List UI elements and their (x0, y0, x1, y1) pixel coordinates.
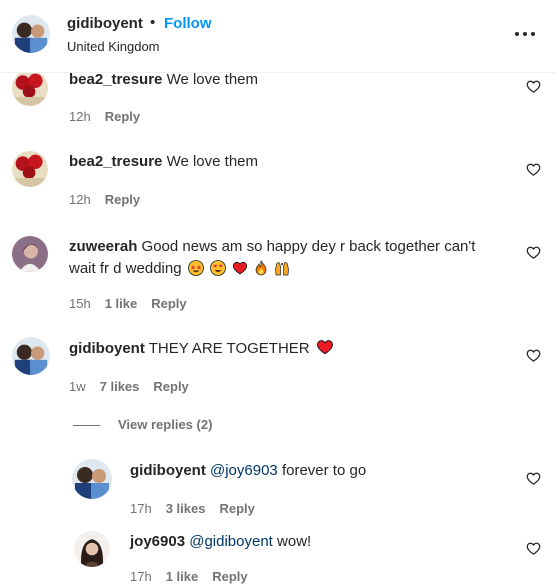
comment-time: 15h (69, 296, 91, 311)
reply-button[interactable]: Reply (105, 192, 140, 207)
comment-body: We love them (166, 153, 259, 170)
like-heart-icon[interactable] (526, 541, 541, 556)
comment-meta: 15h 1 like Reply (69, 296, 201, 311)
reply-button[interactable]: Reply (151, 296, 186, 311)
comment-time: 1w (69, 379, 86, 394)
comment-meta: 12h Reply (69, 109, 154, 124)
username-link[interactable]: gidiboyent (67, 15, 143, 32)
comment-text: zuweerah Good news am so happy dey r bac… (69, 236, 509, 280)
reply-button[interactable]: Reply (105, 109, 140, 124)
reply-username[interactable]: gidiboyent (130, 462, 206, 479)
like-heart-icon[interactable] (526, 471, 541, 486)
avatar[interactable] (12, 70, 48, 106)
replies-divider (73, 425, 100, 426)
post-header: gidiboyent • Follow United Kingdom (0, 0, 556, 73)
mention-link[interactable]: @joy6903 (210, 462, 278, 479)
avatar[interactable] (12, 15, 50, 53)
reply-text: joy6903 @gidiboyent wow! (130, 531, 311, 553)
fire-emoji-icon (255, 260, 267, 276)
avatar[interactable] (12, 236, 48, 272)
avatar[interactable] (12, 337, 50, 375)
reply-body: forever to go (281, 462, 367, 479)
comment-meta: 1w 7 likes Reply (69, 379, 203, 394)
comment-username[interactable]: zuweerah (69, 238, 137, 255)
red-heart-emoji-icon (316, 338, 334, 356)
reply-username[interactable]: joy6903 (130, 533, 185, 550)
like-heart-icon[interactable] (526, 79, 541, 94)
avatar[interactable] (12, 151, 48, 187)
comment-username[interactable]: bea2_tresure (69, 71, 162, 88)
reply-time: 17h (130, 501, 152, 516)
comment-body: THEY ARE TOGETHER (148, 340, 310, 357)
likes-count-link[interactable]: 1 like (105, 296, 138, 311)
reply-text: gidiboyent @joy6903 forever to go (130, 460, 366, 482)
likes-count-link[interactable]: 7 likes (100, 379, 140, 394)
comment-body-line2: wait fr d wedding (69, 260, 182, 277)
location-link[interactable]: United Kingdom (67, 39, 160, 54)
reply-body: wow! (277, 533, 312, 550)
comment-body: We love them (166, 71, 259, 88)
like-heart-icon[interactable] (526, 348, 541, 363)
view-replies-button[interactable]: View replies (2) (118, 417, 212, 432)
separator-dot: • (150, 14, 156, 31)
comment-body: Good news am so happy dey r back togethe… (141, 238, 476, 255)
reply-button[interactable]: Reply (153, 379, 188, 394)
reply-button[interactable]: Reply (219, 501, 254, 516)
comment-time: 12h (69, 109, 91, 124)
red-heart-emoji-icon (232, 260, 248, 276)
comment-text: bea2_tresure We love them (69, 151, 258, 173)
raising-hands-emoji-icon (275, 262, 290, 276)
more-options-icon[interactable] (513, 24, 537, 44)
comment-username[interactable]: bea2_tresure (69, 153, 162, 170)
avatar[interactable] (74, 531, 110, 567)
like-heart-icon[interactable] (526, 162, 541, 177)
heart-eyes-emoji-icon (210, 260, 226, 276)
comment-time: 12h (69, 192, 91, 207)
reply-meta: 17h 3 likes Reply (130, 501, 269, 516)
like-heart-icon[interactable] (526, 245, 541, 260)
avatar[interactable] (72, 459, 112, 499)
follow-button[interactable]: Follow (164, 15, 212, 32)
mention-link[interactable]: @gidiboyent (189, 533, 273, 550)
comment-username[interactable]: gidiboyent (69, 340, 145, 357)
comment-meta: 12h Reply (69, 192, 154, 207)
comment-text: gidiboyent THEY ARE TOGETHER (69, 338, 334, 360)
star-struck-emoji-icon (187, 260, 204, 276)
likes-count-link[interactable]: 3 likes (166, 501, 206, 516)
